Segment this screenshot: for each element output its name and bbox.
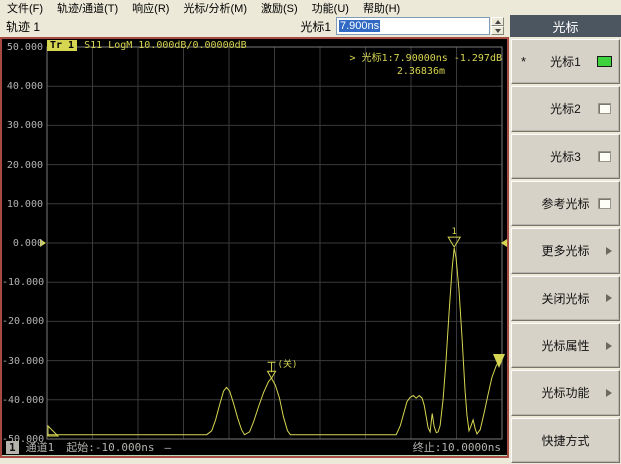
softkey-shortcuts[interactable]: 快捷方式 [511,417,620,463]
y-axis-tick-label: 30.000 [6,120,43,132]
y-axis-tick-label: 20.000 [6,159,43,171]
menu-help[interactable]: 帮助(H) [356,0,407,16]
softkey-label: 参考光标 [541,197,590,212]
marker-value-input[interactable]: 7.900ns [336,17,490,35]
chevron-up-icon [494,19,501,24]
menu-trace-channel[interactable]: 轨迹/通道(T) [50,0,125,16]
softkey-label: 光标2 [550,102,581,117]
softkey-label: 快捷方式 [541,433,590,448]
softkey-marker3[interactable]: 光标3 [511,133,620,179]
y-axis-tick-label: -40.000 [2,394,45,406]
y-axis-tick-label: -10.000 [2,277,45,289]
chevron-down-icon [494,28,501,33]
submenu-arrow-icon [606,246,612,255]
status-bar: 1 通道1 起始:-10.000ns — 终止:10.0000ns [2,440,507,454]
svg-text:1: 1 [452,227,457,237]
s11-trace-plot: 1 (关) [40,46,507,440]
channel-number-badge: 1 [6,440,19,454]
stepper-up-button[interactable] [491,17,504,26]
menu-file[interactable]: 文件(F) [0,0,50,16]
marker1-on-led [597,56,612,68]
softkey-label: 关闭光标 [541,291,590,306]
softkey-sidebar: 光标 * 光标1 光标2 光标3 参考光标 更多光标 关闭光标 光标属性 光标功… [510,15,621,464]
stepper-down-button[interactable] [491,26,504,35]
trace-badge[interactable]: Tr 1 [47,40,78,51]
y-axis-tick-label: -30.000 [2,355,45,367]
softkey-label: 光标属性 [541,339,590,354]
marker2-off-indicator [598,103,611,115]
marker-value-stepper [491,17,504,35]
channel-label: 通道1 [25,441,55,454]
y-axis-tick-label: -20.000 [2,316,45,328]
softkey-more-markers[interactable]: 更多光标 [511,228,620,274]
trace-format-label: S11 LogM 10.000dB/0.00000dB [84,40,247,51]
y-axis-tick-label: 50.000 [6,42,43,53]
marker-name-label: 光标1 [300,19,331,34]
marker-readout-line1: > 光标1:7.90000ns -1.297dB [349,53,502,64]
softkey-label: 光标1 [550,55,581,70]
softkey-marker-functions[interactable]: 光标功能 [511,370,620,416]
status-separator: — [164,440,172,454]
softkey-marker-properties[interactable]: 光标属性 [511,322,620,369]
menu-bar: 文件(F) 轨迹/通道(T) 响应(R) 光标/分析(M) 激励(S) 功能(U… [0,0,621,16]
marker3-off-indicator [598,150,611,162]
instrument-display: 1 (关) Tr 1 S11 LogM 10.000dB/0.00000dB > … [0,37,509,458]
menu-utility[interactable]: 功能(U) [305,0,356,16]
menu-marker-analysis[interactable]: 光标/分析(M) [176,0,254,16]
marker-readout: > 光标1:7.90000ns -1.297dB 2.36836m [350,52,502,78]
menu-stimulus[interactable]: 激励(S) [254,0,305,16]
marker-toolbar: 轨迹 1 光标1 7.900ns [0,15,510,37]
softkey-marker1[interactable]: * 光标1 [511,39,620,85]
softkey-marker2[interactable]: 光标2 [511,86,620,132]
submenu-arrow-icon [606,388,612,397]
active-marker-asterisk: * [521,54,527,70]
softkey-marker-off[interactable]: 关闭光标 [511,275,620,321]
display-bottom-divider [2,455,507,456]
softkey-reference-marker[interactable]: 参考光标 [511,180,620,227]
sweep-stop-label: 终止:10.0000ns [412,441,501,454]
softkey-menu-title: 光标 [510,15,621,37]
trace-header: Tr 1 S11 LogM 10.000dB/0.00000dB [47,40,247,51]
submenu-arrow-icon [606,294,612,303]
y-axis-tick-label: 0.000 [12,238,43,249]
sweep-start-label: 起始:-10.000ns [66,441,155,454]
submenu-arrow-icon [606,341,612,350]
softkey-label: 光标功能 [541,386,590,401]
marker-readout-line2: 2.36836m [396,66,445,77]
svg-text:(关): (关) [278,358,298,370]
y-axis-tick-label: 10.000 [6,198,43,210]
marker-value-selected-text: 7.900ns [339,20,381,32]
softkey-label: 光标3 [550,149,581,164]
y-axis-tick-label: 40.000 [6,81,43,93]
reference-marker-off-indicator [598,198,611,210]
softkey-label: 更多光标 [541,244,590,259]
active-trace-label: 轨迹 1 [6,19,41,34]
menu-response[interactable]: 响应(R) [125,0,176,16]
